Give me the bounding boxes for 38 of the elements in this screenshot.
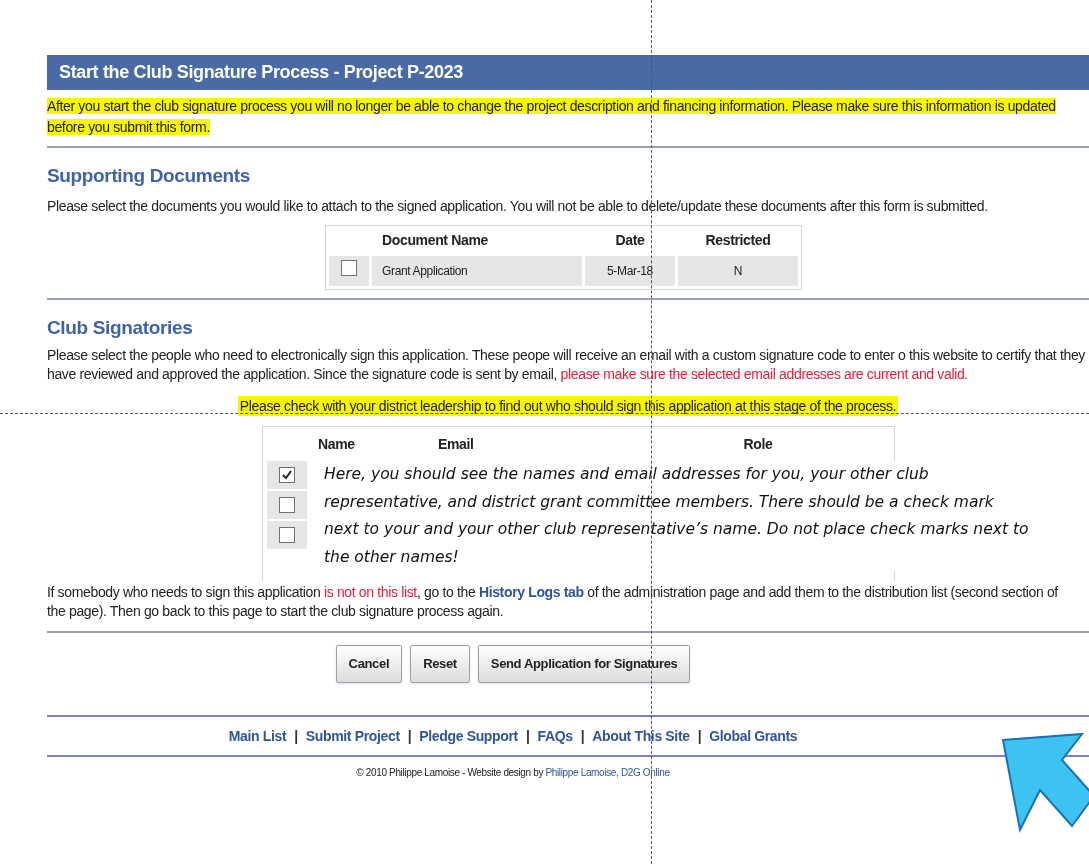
- checkbox[interactable]: [279, 527, 295, 543]
- link[interactable]: Philippe Lamoise, D2G Online: [545, 767, 670, 778]
- footer-link[interactable]: About This Site: [592, 725, 690, 747]
- notice-text: Please check with your district leadership to find out who should sign this application at this stage of the process.: [237, 396, 899, 416]
- column-header: Date: [614, 231, 646, 250]
- footnote-text: If somebody who needs to sign this application is not on this list, go to the History Logs tab of the administration page and add them to the distribution list (second section of the page). Then go back to this page to start the club signature process again.: [47, 583, 1060, 621]
- checkbox[interactable]: [341, 259, 357, 276]
- column-header: Document Name: [381, 231, 489, 250]
- section-heading: Club Signatories: [47, 315, 194, 340]
- footer-link[interactable]: Pledge Support: [419, 725, 518, 747]
- section-heading: Supporting Documents: [47, 164, 252, 188]
- form-button[interactable]: Reset: [410, 645, 470, 683]
- warning-text: After you start the club signature process you will no longer be able to change the project description and financing information. Please make sure this information is updated before you submit this form.: [47, 97, 1057, 137]
- separator-text: |: [697, 726, 702, 746]
- table-cell: 5-Mar-18: [585, 255, 675, 286]
- copyright-text: © 2010 Philippe Lamoise - Website design by Philippe Lamoise, D2G Online: [355, 766, 671, 780]
- footer-link[interactable]: Main List: [228, 725, 287, 747]
- page-title-bar: Start the Club Signature Process - Project P-2023: [47, 55, 1089, 90]
- separator-text: |: [525, 726, 530, 746]
- checkbox[interactable]: [279, 497, 295, 513]
- column-header: Email: [438, 434, 475, 454]
- intro-text: Please select the documents you would like to attach to the signed application. You will not be able to delete/update these documents after this form is submitted.: [47, 196, 989, 215]
- table-cell: N: [678, 255, 798, 286]
- table-cell: Grant Application: [372, 255, 582, 286]
- footer-link[interactable]: FAQs: [537, 725, 573, 747]
- separator-text: |: [580, 726, 585, 746]
- link[interactable]: History Logs tab: [478, 584, 584, 600]
- column-header: Name: [318, 434, 356, 454]
- footer-link[interactable]: Global Grants: [709, 725, 798, 747]
- form-button[interactable]: Send Application for Signatures: [477, 645, 691, 683]
- footer-link[interactable]: Submit Project: [305, 725, 400, 747]
- checkbox[interactable]: [279, 467, 295, 483]
- column-header: Role: [742, 434, 774, 454]
- form-button[interactable]: Cancel: [335, 645, 403, 683]
- separator-text: |: [294, 726, 298, 746]
- column-header: Restricted: [704, 231, 772, 250]
- separator-text: |: [407, 726, 412, 746]
- intro-text: Please select the people who need to electronically sign this application. These peope will receive an email with a custom signature code to enter o this website to certify that they have reviewed and approved the application. Since the signature code is sent by email, please make sure the selected email addresses are current and valid.: [47, 346, 1086, 384]
